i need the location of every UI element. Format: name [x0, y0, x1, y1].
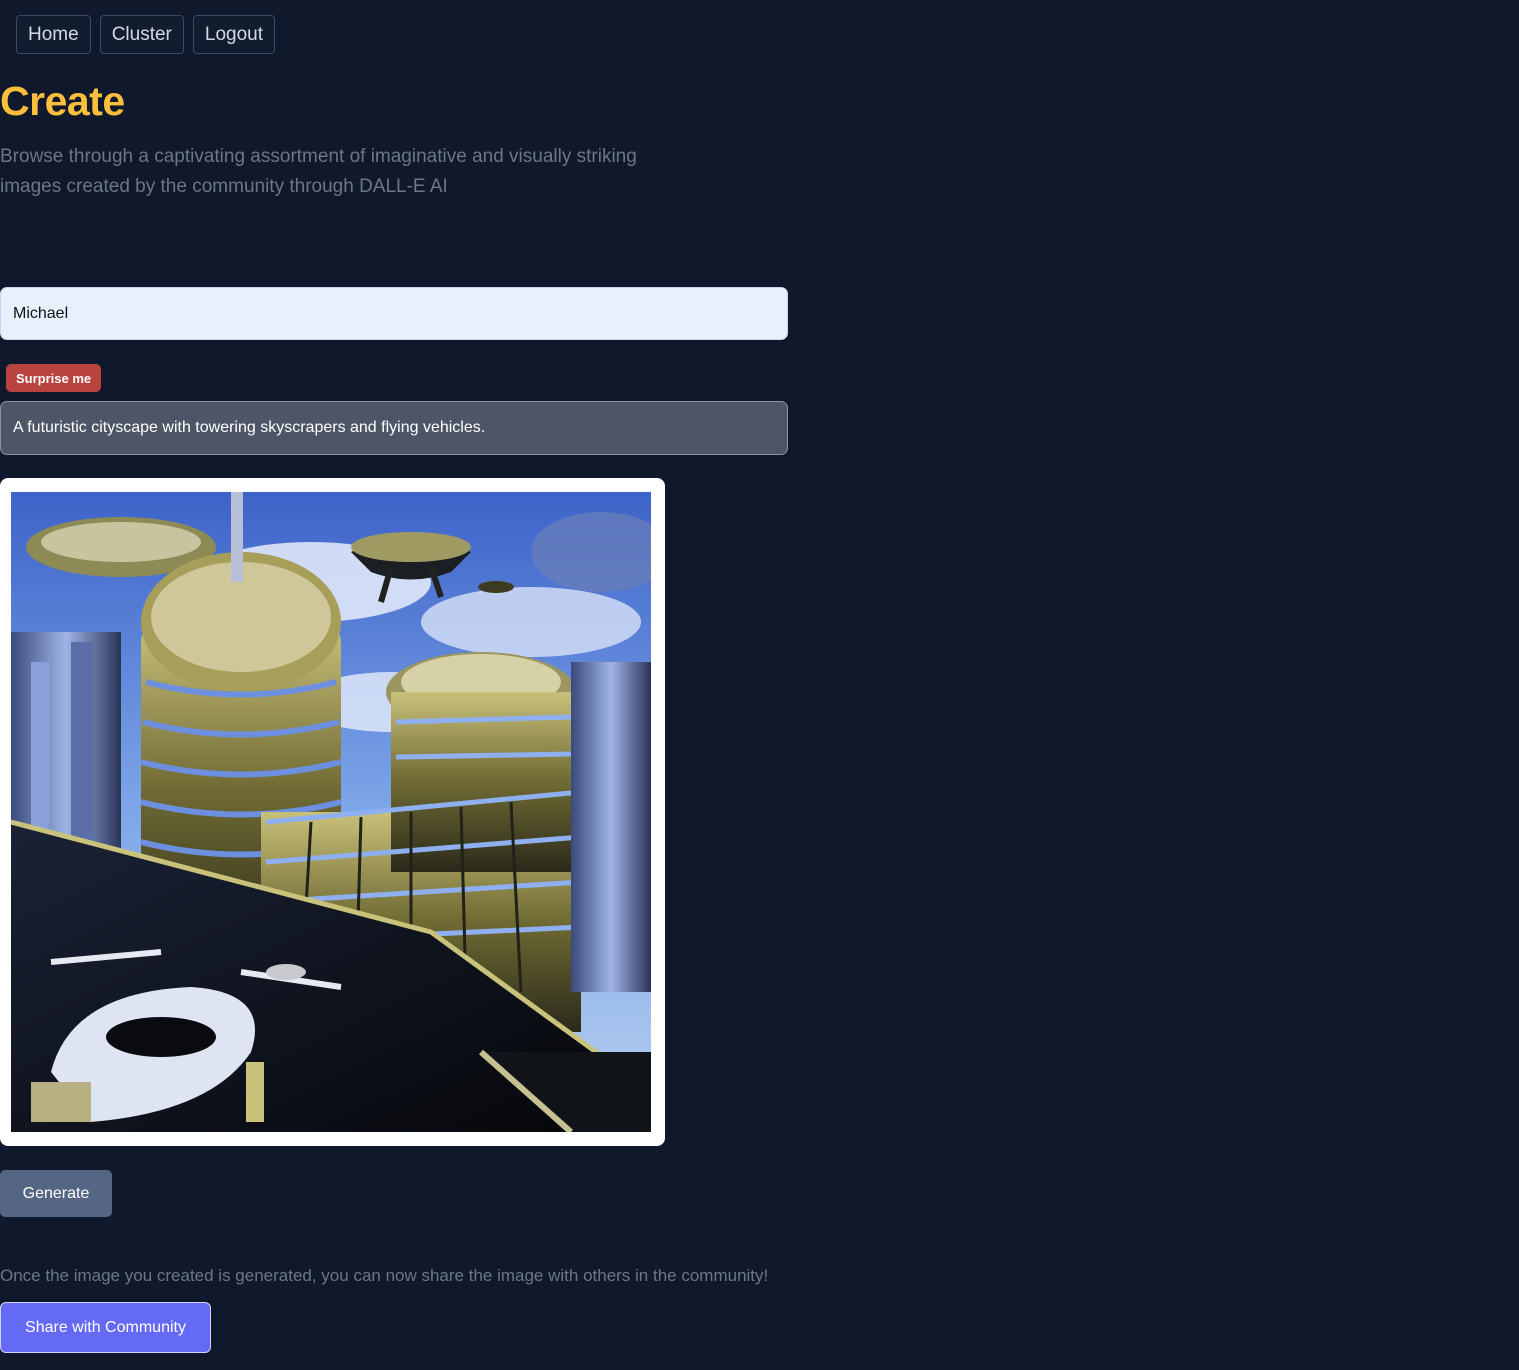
generated-image: [11, 492, 651, 1132]
prompt-input[interactable]: [0, 401, 788, 455]
generate-button[interactable]: Generate: [0, 1170, 112, 1217]
surprise-me-button[interactable]: Surprise me: [6, 364, 102, 392]
top-nav: Home Cluster Logout: [16, 15, 275, 54]
share-with-community-button[interactable]: Share with Community: [0, 1302, 211, 1353]
page-subtitle: Browse through a captivating assortment …: [0, 146, 637, 197]
generated-image-frame: [0, 478, 665, 1146]
nav-logout-button[interactable]: Logout: [192, 15, 275, 54]
nav-home-button[interactable]: Home: [16, 15, 91, 54]
page-title: Create: [0, 78, 125, 124]
nav-cluster-button[interactable]: Cluster: [99, 15, 184, 54]
name-input[interactable]: [0, 287, 788, 340]
share-note: Once the image you created is generated,…: [0, 1266, 769, 1285]
